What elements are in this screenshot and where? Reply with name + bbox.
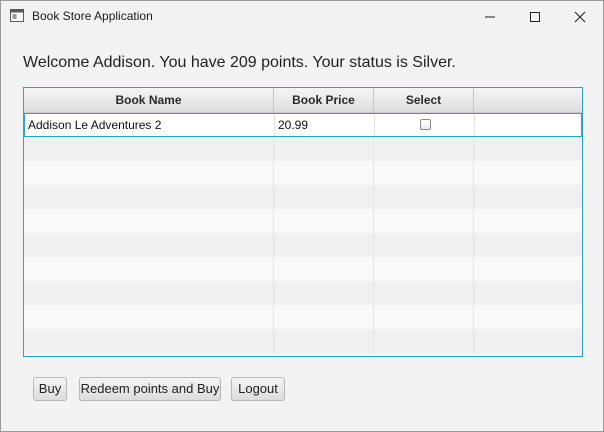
minimize-icon [485,16,495,17]
app-window-icon [10,9,24,22]
app-window: Book Store Application Welcome Addison. … [0,0,604,432]
empty-table-row [24,257,582,281]
filler-cell [475,114,581,136]
empty-table-row [24,185,582,209]
maximize-button[interactable] [512,1,558,32]
column-header-filler [474,88,582,112]
empty-table-row [24,329,582,353]
empty-table-row [24,209,582,233]
table-row[interactable]: Addison Le Adventures 2 20.99 [24,113,582,137]
window-title: Book Store Application [32,9,153,23]
minimize-button[interactable] [467,1,513,32]
welcome-message: Welcome Addison. You have 209 points. Yo… [23,54,456,71]
empty-table-row [24,305,582,329]
column-header-book-price[interactable]: Book Price [274,88,374,112]
close-icon [574,11,586,22]
table-header: Book Name Book Price Select [24,88,582,113]
empty-table-row [24,161,582,185]
maximize-icon [530,11,540,22]
select-checkbox[interactable] [420,119,431,130]
column-header-book-name[interactable]: Book Name [24,88,274,112]
title-bar[interactable]: Book Store Application [1,1,603,32]
redeem-points-and-buy-button[interactable]: Redeem points and Buy [79,377,221,401]
close-button[interactable] [557,1,603,32]
column-header-select[interactable]: Select [374,88,474,112]
empty-table-row [24,281,582,305]
books-table[interactable]: Book Name Book Price Select Addison Le A… [23,87,583,357]
book-price-cell: 20.99 [275,114,375,136]
book-name-cell: Addison Le Adventures 2 [25,114,275,136]
empty-table-row [24,233,582,257]
empty-table-row [24,137,582,161]
select-cell [375,114,475,136]
logout-button[interactable]: Logout [231,377,285,401]
buy-button[interactable]: Buy [33,377,67,401]
